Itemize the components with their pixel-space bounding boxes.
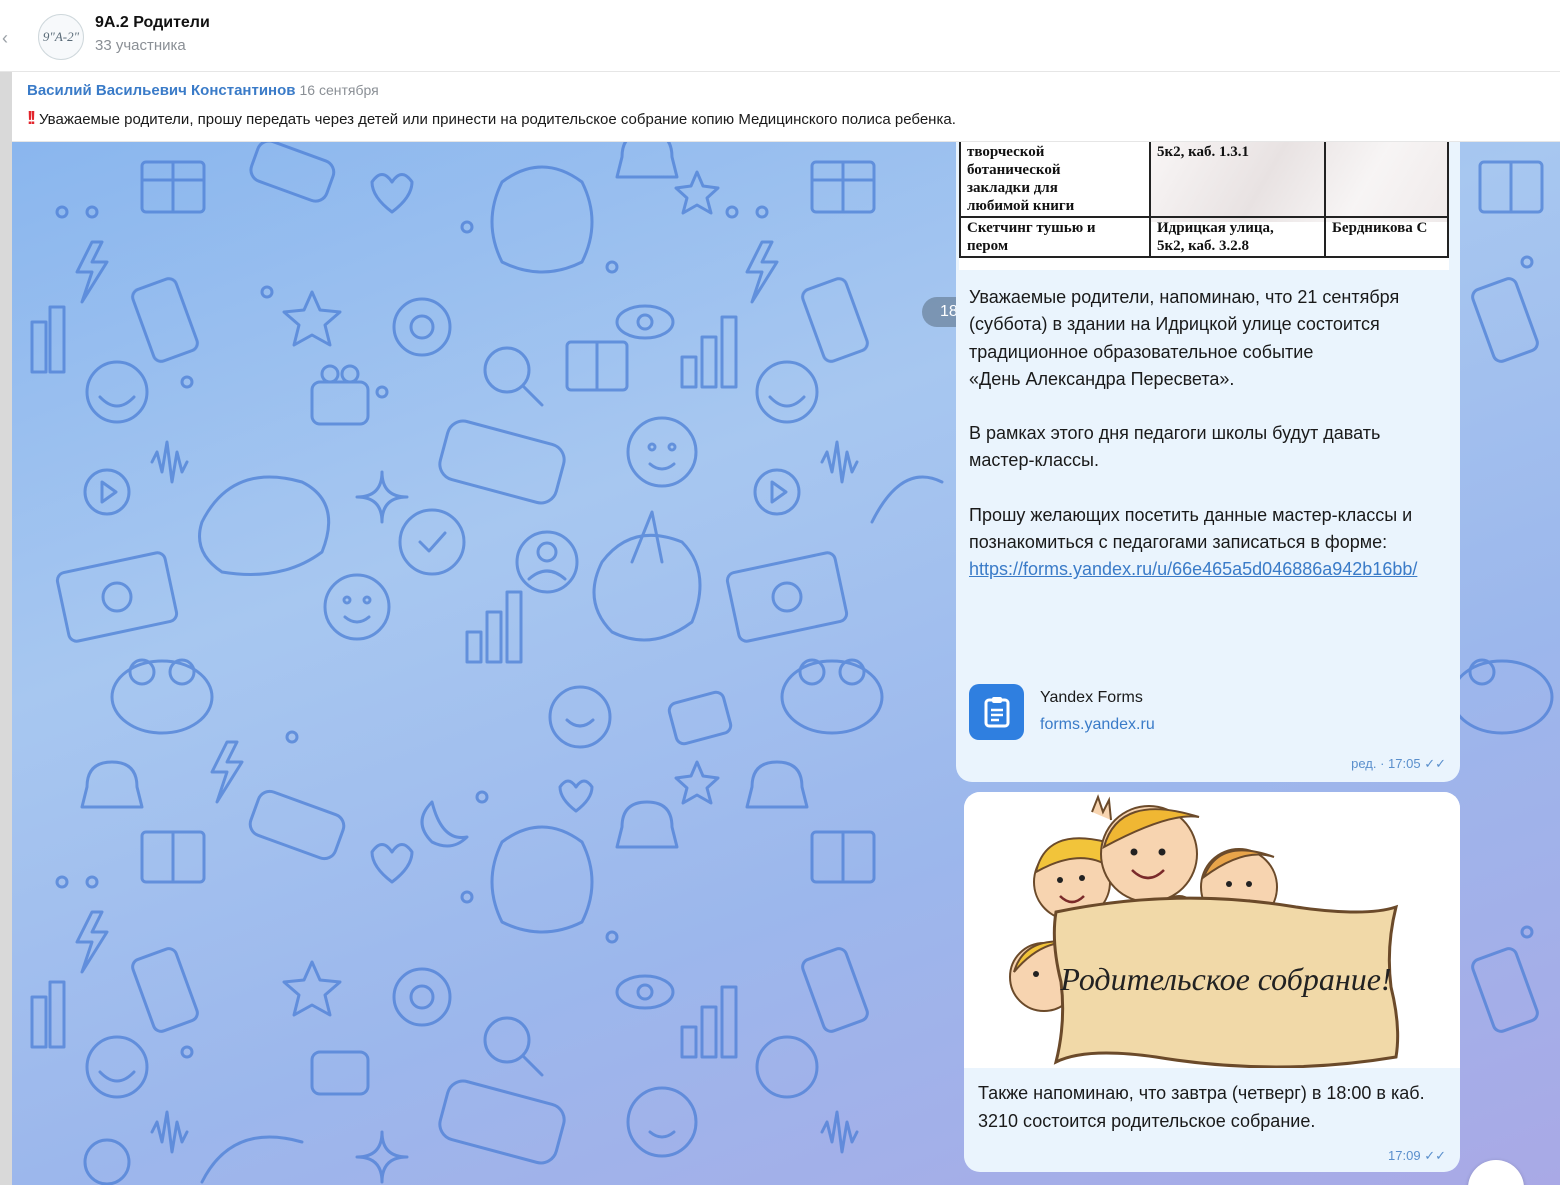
back-arrow-icon[interactable]: ‹: [2, 28, 8, 49]
preview-url[interactable]: forms.yandex.ru: [1040, 716, 1155, 734]
doc-line: 5к2, каб. 1.3.1: [1157, 144, 1250, 160]
doc-cell: [1324, 142, 1449, 218]
message-text-1: Уважаемые родители, напоминаю, что 21 се…: [969, 284, 1449, 584]
doc-cell: Бердникова С: [1324, 216, 1449, 258]
doc-line: Скетчинг тушью и: [967, 220, 1096, 236]
document-table: творческой ботанической закладки для люб…: [959, 142, 1449, 258]
pinned-author-name: Василий Васильевич Константинов: [27, 82, 296, 99]
message-meta-1: ред. · 17:05 ✓✓: [1351, 756, 1446, 772]
message-bubble-1[interactable]: творческой ботанической закладки для люб…: [956, 142, 1460, 782]
pinned-date: 16 сентября: [299, 82, 379, 98]
doc-line: творческой: [967, 144, 1045, 160]
doc-line: Бердникова С: [1332, 220, 1428, 236]
pinned-text: !! Уважаемые родители, прошу передать чер…: [27, 108, 956, 129]
pinned-message[interactable]: Василий Васильевич Константинов 16 сентяб…: [12, 72, 1560, 142]
chat-header[interactable]: ‹ 9"А-2" 9А.2 Родители 33 участника: [0, 0, 1560, 72]
doc-cell: 5к2, каб. 1.3.1: [1149, 142, 1326, 218]
doc-line: Идрицкая улица,: [1157, 220, 1274, 236]
message-time: 17:09: [1388, 1148, 1421, 1163]
doc-line: любимой книги: [967, 198, 1075, 214]
double-check-icon: ✓✓: [1424, 1148, 1446, 1163]
member-count: 33 участника: [95, 37, 186, 54]
message-meta-2: 17:09 ✓✓: [1388, 1148, 1446, 1164]
doc-cell: Идрицкая улица, 5к2, каб. 3.2.8: [1149, 216, 1326, 258]
doc-line: ботанической: [967, 162, 1061, 178]
document-image[interactable]: творческой ботанической закладки для люб…: [959, 142, 1449, 270]
doc-line: закладки для: [967, 180, 1058, 196]
message-bubble-2[interactable]: Родительское собрание! Также напоминаю, …: [964, 792, 1460, 1172]
chat-avatar[interactable]: 9"А-2": [38, 14, 84, 60]
message-paragraph: В рамках этого дня педагоги школы будут …: [969, 423, 1381, 471]
doc-cell: Скетчинг тушью и пером: [959, 216, 1151, 258]
poster-caption: Родительское собрание!: [1059, 961, 1391, 997]
parent-meeting-poster[interactable]: Родительское собрание!: [964, 792, 1460, 1069]
double-exclamation-icon: !!: [27, 108, 36, 128]
pinned-author: Василий Васильевич Константинов 16 сентяб…: [27, 82, 379, 99]
clipboard-icon: [969, 684, 1024, 740]
form-link[interactable]: https://forms.yandex.ru/u/66e465a5d04688…: [969, 559, 1417, 579]
chat-title[interactable]: 9А.2 Родители: [95, 14, 210, 32]
doc-line: пером: [967, 238, 1009, 254]
message-text-2: Также напоминаю, что завтра (четверг) в …: [978, 1083, 1425, 1131]
kids-banner-icon: Родительское собрание!: [1009, 794, 1400, 1069]
preview-title: Yandex Forms: [1040, 689, 1143, 706]
message-paragraph: Уважаемые родители, напоминаю, что 21 се…: [969, 284, 1449, 393]
message-paragraph: Прошу желающих посетить данные мастер-кл…: [969, 504, 1413, 553]
chevron-down-icon: ⌄: [1486, 1171, 1506, 1185]
message-time: ред. · 17:05: [1351, 756, 1421, 771]
message-line: Уважаемые родители, напоминаю, что 21 се…: [969, 287, 1400, 362]
double-check-icon: ✓✓: [1424, 756, 1446, 771]
message-line: «День Александра Пересвета».: [969, 368, 1235, 389]
link-preview[interactable]: Yandex Forms forms.yandex.ru: [969, 684, 1439, 746]
doc-cell: творческой ботанической закладки для люб…: [959, 142, 1151, 218]
pinned-body: Уважаемые родители, прошу передать через…: [39, 111, 956, 128]
doc-line: 5к2, каб. 3.2.8: [1157, 238, 1250, 254]
window-edge: [0, 72, 12, 1185]
